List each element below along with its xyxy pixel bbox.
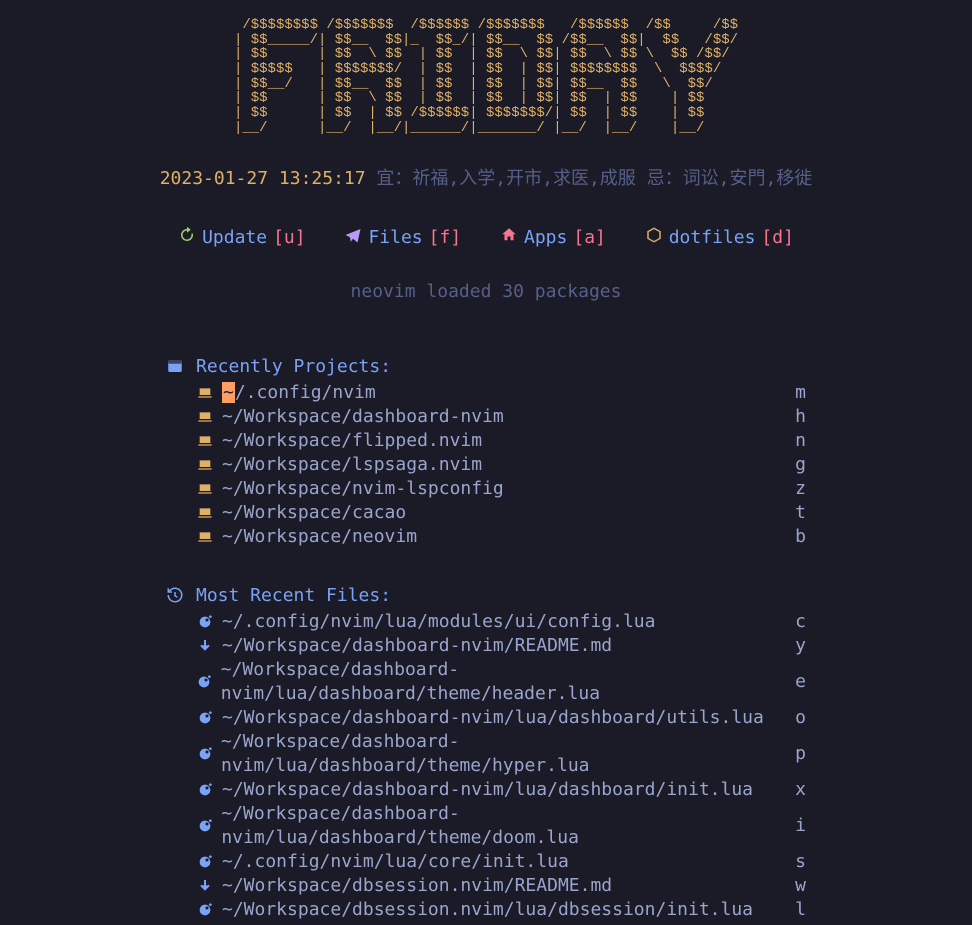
file-item[interactable]: ~/Workspace/dashboard-nvim/lua/dashboard… <box>166 778 806 802</box>
project-item[interactable]: ~/Workspace/dashboard-nvim h <box>166 405 806 429</box>
shortcut-key: [a] <box>573 227 606 248</box>
project-key: h <box>795 405 806 429</box>
markdown-icon <box>196 877 214 895</box>
file-key: e <box>795 670 806 694</box>
file-item[interactable]: ~/Workspace/dbsession.nvim/lua/dbsession… <box>166 898 806 922</box>
section-title: Recently Projects: <box>196 356 391 377</box>
project-path: ~/Workspace/flipped.nvim <box>222 429 482 453</box>
file-path: ~/Workspace/dashboard-nvim/lua/dashboard… <box>222 706 764 730</box>
project-key: n <box>795 429 806 453</box>
almanac-text: 宜：祈福,入学,开市,求医,成服 忌：词讼,安門,移徙 <box>366 168 813 189</box>
shortcut-key: [d] <box>761 227 794 248</box>
recent-projects-section: Recently Projects: ~/.config/nvimm~/Work… <box>166 356 806 549</box>
shortcut-label: Update <box>202 227 267 248</box>
file-key: w <box>795 874 806 898</box>
lua-icon <box>196 613 214 631</box>
file-path: ~/Workspace/dbsession.nvim/lua/dbsession… <box>222 898 753 922</box>
dotfiles-button[interactable]: dotfiles[d] <box>645 226 794 249</box>
file-path: ~/Workspace/dashboard-nvim/lua/dashboard… <box>221 730 795 778</box>
shortcut-key: [f] <box>429 227 462 248</box>
file-item[interactable]: ~/.config/nvim/lua/core/init.lua s <box>166 850 806 874</box>
lua-icon <box>196 781 214 799</box>
laptop-icon <box>196 528 214 546</box>
lua-icon <box>196 709 214 727</box>
date-line: 2023-01-27 13:25:17 宜：祈福,入学,开市,求医,成服 忌：词… <box>0 164 972 190</box>
file-item[interactable]: ~/Workspace/dashboard-nvim/README.md y <box>166 634 806 658</box>
file-item[interactable]: ~/Workspace/dashboard-nvim/lua/dashboard… <box>166 658 806 706</box>
file-path: ~/.config/nvim/lua/modules/ui/config.lua <box>222 610 655 634</box>
file-key: c <box>795 610 806 634</box>
laptop-icon <box>196 432 214 450</box>
lua-icon <box>196 817 213 835</box>
cursor: ~ <box>222 382 235 403</box>
shortcut-key: [u] <box>273 227 306 248</box>
project-item[interactable]: ~/Workspace/nvim-lspconfig z <box>166 477 806 501</box>
file-path: ~/.config/nvim/lua/core/init.lua <box>222 850 569 874</box>
project-item[interactable]: ~/.config/nvim m <box>166 381 806 405</box>
laptop-icon <box>196 504 214 522</box>
project-key: z <box>795 477 806 501</box>
timestamp: 2023-01-27 13:25:17 <box>160 168 366 189</box>
laptop-icon <box>196 456 214 474</box>
project-item[interactable]: ~/Workspace/neovim b <box>166 525 806 549</box>
shortcut-label: Apps <box>524 227 567 248</box>
box-icon <box>645 226 663 249</box>
files-button[interactable]: Files [f] <box>344 226 461 249</box>
file-path: ~/Workspace/dashboard-nvim/lua/dashboard… <box>221 658 795 706</box>
project-path: ~/Workspace/neovim <box>222 525 417 549</box>
file-key: s <box>795 850 806 874</box>
file-key: x <box>795 778 806 802</box>
file-path: ~/Workspace/dashboard-nvim/lua/dashboard… <box>221 802 795 850</box>
lua-icon <box>196 673 213 691</box>
laptop-icon <box>196 408 214 426</box>
section-title: Most Recent Files: <box>196 585 391 606</box>
window-icon <box>166 357 184 375</box>
laptop-icon <box>196 480 214 498</box>
project-key: t <box>795 501 806 525</box>
file-item[interactable]: ~/Workspace/dashboard-nvim/lua/dashboard… <box>166 730 806 778</box>
ascii-banner: /$$$$$$$$ /$$$$$$$ /$$$$$$ /$$$$$$$ /$$$… <box>234 18 738 136</box>
project-item[interactable]: ~/Workspace/lspsaga.nvim g <box>166 453 806 477</box>
project-path: ~/.config/nvim <box>222 381 376 405</box>
file-path: ~/Workspace/dashboard-nvim/lua/dashboard… <box>222 778 753 802</box>
recent-files-section: Most Recent Files: ~/.config/nvim/lua/mo… <box>166 585 806 922</box>
lua-icon <box>196 853 214 871</box>
project-path: ~/Workspace/nvim-lspconfig <box>222 477 504 501</box>
project-key: m <box>795 381 806 405</box>
file-key: i <box>795 814 806 838</box>
history-icon <box>166 586 184 604</box>
project-key: b <box>795 525 806 549</box>
project-path: ~/Workspace/lspsaga.nvim <box>222 453 482 477</box>
shortcut-bar: Update [u] Files [f] Apps [a] dotfiles[d] <box>0 226 972 249</box>
file-item[interactable]: ~/Workspace/dbsession.nvim/README.md w <box>166 874 806 898</box>
laptop-icon <box>196 384 214 402</box>
project-path: ~/Workspace/dashboard-nvim <box>222 405 504 429</box>
project-item[interactable]: ~/Workspace/flipped.nvim n <box>166 429 806 453</box>
file-item[interactable]: ~/Workspace/dashboard-nvim/lua/dashboard… <box>166 706 806 730</box>
file-key: y <box>795 634 806 658</box>
project-key: g <box>795 453 806 477</box>
file-item[interactable]: ~/.config/nvim/lua/modules/ui/config.lua… <box>166 610 806 634</box>
file-key: l <box>795 898 806 922</box>
shortcut-label: dotfiles <box>669 227 756 248</box>
package-count: neovim loaded 30 packages <box>0 281 972 302</box>
update-button[interactable]: Update [u] <box>178 226 306 249</box>
home-icon <box>500 226 518 249</box>
project-item[interactable]: ~/Workspace/cacao t <box>166 501 806 525</box>
dashboard: /$$$$$$$$ /$$$$$$$ /$$$$$$ /$$$$$$$ /$$$… <box>0 0 972 925</box>
file-path: ~/Workspace/dbsession.nvim/README.md <box>222 874 612 898</box>
lua-icon <box>196 901 214 919</box>
refresh-icon <box>178 226 196 249</box>
file-item[interactable]: ~/Workspace/dashboard-nvim/lua/dashboard… <box>166 802 806 850</box>
apps-button[interactable]: Apps [a] <box>500 226 606 249</box>
markdown-icon <box>196 637 214 655</box>
file-path: ~/Workspace/dashboard-nvim/README.md <box>222 634 612 658</box>
telegram-icon <box>344 226 362 249</box>
lua-icon <box>196 745 213 763</box>
file-key: o <box>795 706 806 730</box>
file-key: p <box>795 742 806 766</box>
shortcut-label: Files <box>368 227 422 248</box>
project-path: ~/Workspace/cacao <box>222 501 406 525</box>
